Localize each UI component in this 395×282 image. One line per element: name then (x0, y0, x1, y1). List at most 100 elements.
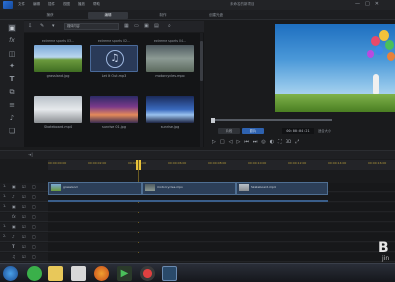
view-3d-toggle[interactable]: 3D (286, 139, 292, 145)
library-scrollbar[interactable] (200, 33, 203, 147)
audio-mixing-icon[interactable]: ≡ (8, 101, 16, 109)
lock-icon[interactable]: ▢ (32, 214, 36, 219)
view-list-icon[interactable]: ▾ (52, 23, 55, 30)
clip-thumbnail (51, 184, 61, 191)
track-enable-checkbox[interactable]: ☑ (22, 254, 26, 259)
track-enable-checkbox[interactable]: ☑ (22, 214, 26, 219)
clip-mode-button[interactable]: 片段 (218, 128, 240, 134)
track-lane[interactable] (48, 253, 395, 262)
minimize-button[interactable]: — (355, 1, 360, 7)
ruler-tick: 00:00:06:00 (168, 161, 187, 165)
folder-icon[interactable] (48, 266, 63, 281)
view-grid-icon[interactable]: ▦ (124, 23, 129, 30)
track-enable-checkbox[interactable]: ☑ (22, 184, 26, 189)
fit-size-select[interactable]: 适合大小 (318, 128, 331, 134)
rewind-icon[interactable]: ⏮ (244, 139, 249, 145)
lock-icon[interactable]: ▢ (32, 204, 36, 209)
movie-mode-button[interactable]: 影片 (242, 128, 264, 134)
view-audio-icon[interactable]: ▤ (154, 23, 159, 30)
tab-edit[interactable]: 编辑 (88, 11, 128, 19)
import-icon[interactable]: ⇩ (28, 23, 32, 30)
seek-knob[interactable] (211, 117, 215, 123)
volume-icon[interactable]: ◐ (270, 139, 274, 145)
track-enable-checkbox[interactable]: ☑ (22, 224, 26, 229)
app-icon[interactable] (27, 266, 42, 281)
transition-room-icon[interactable]: ⧉ (8, 88, 16, 96)
tab-create-disc[interactable]: 创建光盘 (196, 12, 236, 19)
menu-help[interactable]: 帮助 (93, 2, 100, 7)
lock-icon[interactable]: ▢ (32, 234, 36, 239)
track-enable-checkbox[interactable]: ☑ (22, 234, 26, 239)
pip-room-icon[interactable]: ◫ (8, 50, 16, 58)
menu-playback[interactable]: 播放 (78, 2, 85, 7)
close-button[interactable]: ✕ (375, 1, 379, 7)
media-room-icon[interactable]: ▣ (8, 24, 16, 32)
track-header: T ☑ ▢ (0, 243, 48, 252)
lock-icon[interactable]: ▢ (32, 194, 36, 199)
title-room-icon[interactable]: T (8, 75, 16, 83)
timeline-ruler[interactable]: 00:00:00:00 00:00:02:00 00:00:04:00 00:0… (48, 160, 395, 170)
media-thumbnail (34, 96, 82, 123)
timeline-settings-icon[interactable]: ⇥| (28, 152, 33, 157)
track-enable-checkbox[interactable]: ☑ (22, 244, 26, 249)
track-number: 1. (3, 194, 7, 198)
media-item[interactable]: Skateboard.mp4 (30, 95, 86, 131)
lock-icon[interactable]: ▢ (32, 224, 36, 229)
menu-edit[interactable]: 编辑 (33, 2, 40, 7)
fx-room-icon[interactable]: fx (8, 37, 16, 45)
media-filter-select[interactable]: 媒体内容 (64, 23, 119, 30)
lock-icon[interactable]: ▢ (32, 244, 36, 249)
app-icon[interactable] (71, 266, 86, 281)
record-icon[interactable] (140, 266, 155, 281)
start-button[interactable] (3, 266, 18, 281)
menu-plugins[interactable]: 插件 (48, 2, 55, 7)
editor-app-icon[interactable] (162, 266, 177, 281)
media-item[interactable]: sunrise 01.jpg (86, 95, 142, 131)
maximize-button[interactable]: □ (365, 1, 370, 7)
menu-bar: 文件 编辑 插件 视图 播放 帮助 未命名的新项目 — □ ✕ (0, 0, 395, 10)
plugin-icon[interactable]: ✎ (40, 23, 44, 30)
media-item[interactable]: extreme sports 02... ♫ ✔ Let It Out.mp3 (86, 39, 142, 80)
media-item[interactable]: extreme sports 04... motorcycles.mpo (142, 39, 198, 80)
track-lane[interactable] (48, 243, 395, 252)
menu-file[interactable]: 文件 (18, 2, 25, 7)
track-lane[interactable] (48, 213, 395, 222)
media-item[interactable]: sunrise.jpg (142, 95, 198, 131)
track-lane[interactable] (48, 203, 395, 212)
browser-icon[interactable] (94, 266, 109, 281)
particle-room-icon[interactable]: ✦ (8, 62, 16, 70)
scrollbar-thumb[interactable] (200, 41, 203, 81)
play-icon[interactable]: ▷ (212, 139, 216, 145)
fullscreen-icon[interactable]: ⛶ (278, 139, 282, 145)
window-controls: — □ ✕ (355, 1, 379, 7)
seek-bar[interactable] (211, 117, 332, 123)
timeline-clip[interactable]: motorcycles.mpo (142, 182, 236, 195)
track-enable-checkbox[interactable]: ☑ (22, 194, 26, 199)
track-header: 2. ♪ ☑ ▢ (0, 233, 48, 242)
timeline-clip[interactable]: grassland (48, 182, 142, 195)
media-item-name: Skateboard.mp4 (43, 125, 73, 129)
voiceover-icon[interactable]: ♪ (8, 114, 16, 122)
media-player-icon[interactable]: ▶ (117, 266, 132, 281)
prev-frame-icon[interactable]: ◁ (229, 139, 233, 145)
tab-produce[interactable]: 制作 (143, 12, 183, 19)
chapter-icon[interactable]: ❏ (8, 127, 16, 135)
next-frame-icon[interactable]: ▷ (236, 139, 240, 145)
view-video-icon[interactable]: ▭ (134, 23, 139, 30)
track-lane[interactable] (48, 223, 395, 232)
lock-icon[interactable]: ▢ (32, 254, 36, 259)
lock-icon[interactable]: ▢ (32, 184, 36, 189)
tab-capture[interactable]: 捕获 (30, 12, 70, 19)
snapshot-icon[interactable]: ◎ (261, 139, 265, 145)
track-enable-checkbox[interactable]: ☑ (22, 204, 26, 209)
timecode-display[interactable]: 00:00:04:21 (282, 128, 314, 134)
media-item[interactable]: extreme sports 03... grassland.jpg (30, 39, 86, 80)
stop-icon[interactable]: □ (220, 139, 225, 145)
undock-icon[interactable]: ⤢ (295, 139, 299, 145)
fast-forward-icon[interactable]: ⏭ (253, 139, 258, 145)
view-image-icon[interactable]: ▣ (144, 23, 149, 30)
menu-view[interactable]: 视图 (63, 2, 70, 7)
search-icon[interactable]: ⌕ (168, 23, 171, 30)
timeline-clip[interactable]: Skateboard.mp4 (236, 182, 328, 195)
track-lane[interactable] (48, 233, 395, 242)
